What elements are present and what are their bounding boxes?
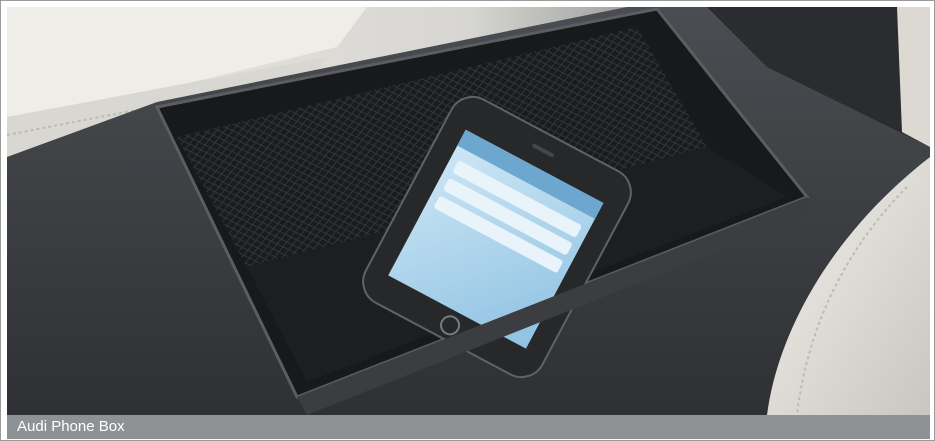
image-frame: Audi Phone Box: [0, 0, 935, 441]
product-photo: [7, 7, 930, 415]
caption-bar: Audi Phone Box: [7, 415, 930, 439]
caption-text: Audi Phone Box: [17, 418, 125, 435]
